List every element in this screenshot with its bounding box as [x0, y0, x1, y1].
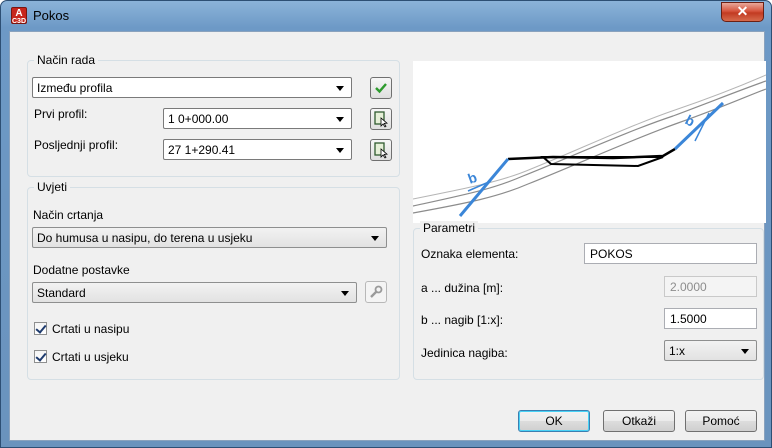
extra-settings-value: Standard — [37, 286, 86, 300]
extra-settings-select[interactable]: Standard — [32, 282, 357, 303]
wrench-icon — [370, 285, 383, 298]
pick-from-drawing-icon — [374, 142, 388, 159]
last-profile-select[interactable]: 27 1+290.41 — [163, 139, 352, 160]
last-profile-label: Posljednji profil: — [34, 138, 119, 152]
chevron-down-icon — [371, 236, 379, 241]
group-title-nacin-rada: Način rada — [34, 53, 99, 67]
pick-from-drawing-icon — [374, 111, 388, 128]
slope-unit-value: 1:x — [669, 344, 686, 358]
cancel-button[interactable]: Otkaži — [603, 410, 675, 432]
civil3d-app-icon: A C3D — [11, 7, 27, 25]
draw-mode-select[interactable]: Do humusa u nasipu, do terena u usjeku — [32, 227, 387, 248]
window-title: Pokos — [33, 8, 70, 23]
a-length-input[interactable]: 2.0000 — [664, 276, 757, 297]
draw-mode-value: Do humusa u nasipu, do terena u usjeku — [37, 231, 253, 245]
b-slope-label: b ... nagib [1:x]: — [421, 313, 504, 327]
ok-button[interactable]: OK — [518, 410, 590, 432]
checkbox-crtati-nasip[interactable] — [34, 322, 47, 335]
first-profile-select[interactable]: 1 0+000.00 — [163, 108, 352, 129]
chevron-down-icon — [336, 117, 344, 122]
edit-settings-button[interactable] — [365, 281, 387, 303]
chevron-down-icon — [336, 148, 344, 153]
a-length-label: a ... dužina [m]: — [421, 281, 504, 295]
chevron-down-icon — [336, 86, 344, 91]
confirm-mode-button[interactable] — [370, 77, 392, 99]
dialog-client-area: Način rada Između profila Prvi profil: 1… — [9, 31, 767, 441]
mode-select[interactable]: Između profila — [32, 77, 352, 98]
group-title-uvjeti: Uvjeti — [34, 180, 71, 194]
slope-preview-image: b b — [412, 61, 767, 223]
chevron-down-icon — [741, 349, 749, 354]
checkbox-crtati-nasip-label: Crtati u nasipu — [52, 322, 130, 336]
b-slope-input[interactable]: 1.5000 — [664, 308, 757, 329]
first-profile-label: Prvi profil: — [34, 107, 88, 121]
title-bar[interactable]: A C3D Pokos ✕ — [1, 1, 771, 31]
oznaka-input[interactable]: POKOS — [584, 243, 757, 264]
draw-mode-label: Način crtanja — [33, 208, 104, 222]
checkbox-crtati-usjek-label: Crtati u usjeku — [52, 350, 129, 364]
extra-settings-label: Dodatne postavke — [33, 263, 130, 277]
dialog-window: A C3D Pokos ✕ Način rada Između profila P… — [0, 0, 772, 448]
slope-preview-drawing: b b — [412, 74, 767, 217]
pick-last-profile-button[interactable] — [370, 139, 392, 161]
help-button[interactable]: Pomoć — [685, 410, 757, 432]
pick-first-profile-button[interactable] — [370, 108, 392, 130]
close-button[interactable]: ✕ — [721, 2, 764, 22]
slope-unit-label: Jedinica nagiba: — [421, 346, 508, 360]
mode-select-value: Između profila — [37, 81, 113, 95]
first-profile-value: 1 0+000.00 — [168, 112, 229, 126]
slope-b-label-right: b — [683, 112, 698, 130]
slope-b-label-left: b — [466, 169, 480, 187]
chevron-down-icon — [341, 291, 349, 296]
group-title-parametri: Parametri — [420, 221, 479, 235]
slope-unit-select[interactable]: 1:x — [664, 340, 757, 361]
last-profile-value: 27 1+290.41 — [168, 143, 236, 157]
checkbox-crtati-usjek[interactable] — [34, 350, 47, 363]
check-icon — [375, 83, 387, 94]
oznaka-label: Oznaka elementa: — [421, 247, 519, 261]
